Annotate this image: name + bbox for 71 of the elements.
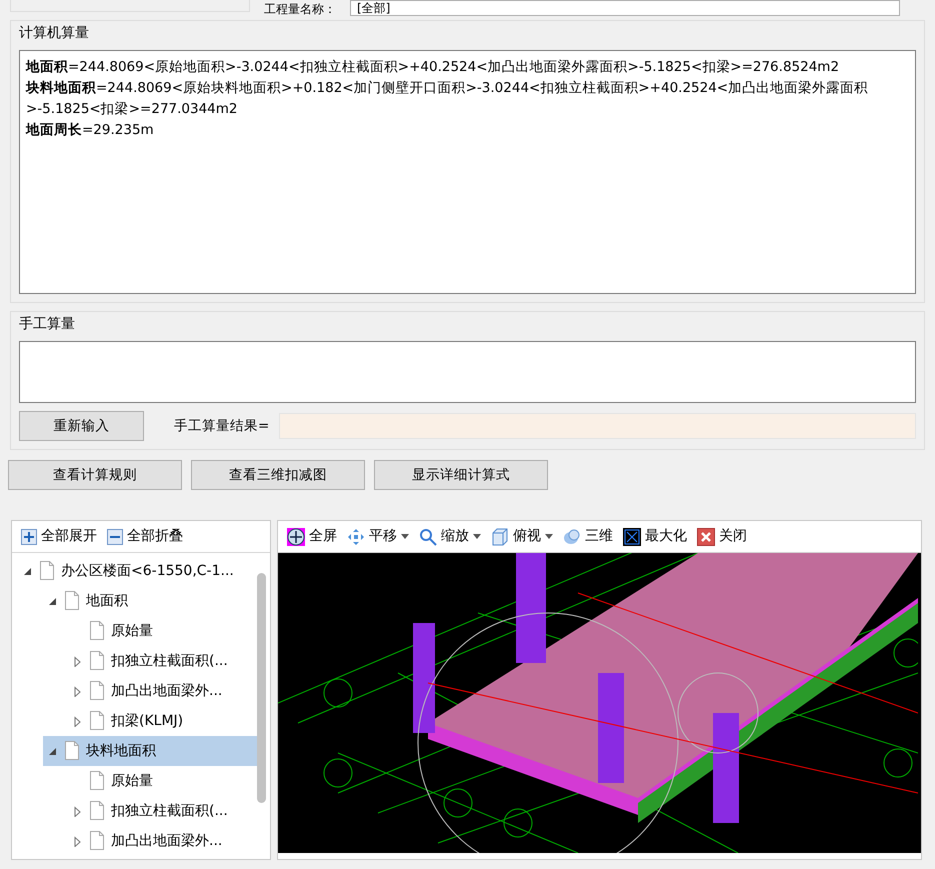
tree-label: 扣独立柱截面积(... xyxy=(111,802,228,820)
tree-item[interactable]: 原始量 xyxy=(68,616,257,646)
tree-label: 扣独立柱截面积(... xyxy=(111,652,228,670)
document-icon xyxy=(89,831,105,851)
tree-item[interactable]: 扣独立柱截面积(... xyxy=(68,646,257,676)
action-button[interactable]: 查看三维扣减图 xyxy=(191,460,365,490)
tree-label: 原始量 xyxy=(111,622,153,640)
tree-item[interactable]: 加凸出地面梁外... xyxy=(68,826,257,856)
formula-area[interactable]: 地面积=244.8069<原始地面积>-3.0244<扣独立柱截面积>+40.2524<加凸出地面梁外露面积>-5.1825<扣梁>=276.8524m2 块料地面积=244.8069<原始块料地面积>+0.182<加门侧壁开口面积>-3.0244<扣独立柱截面积>+40.2524<加凸出地面梁外露面积>-5.1825<扣梁>=277.0344m2 地面周长=29.235m xyxy=(19,50,916,294)
document-icon xyxy=(64,741,80,761)
collapse-arrow-icon[interactable] xyxy=(47,596,58,606)
tree-label: 地面积 xyxy=(86,592,128,610)
minus-icon xyxy=(107,528,123,544)
action-button[interactable]: 显示详细计算式 xyxy=(374,460,548,490)
expand-arrow-icon[interactable] xyxy=(72,836,83,846)
formula-line: 块料地面积=244.8069<原始块料地面积>+0.182<加门侧壁开口面积>-3.0244<扣独立柱截面积>+40.2524<加凸出地面梁外露面积>-5.1825<扣梁>=277.0344m2 xyxy=(26,79,870,119)
group-title: 计算机算量 xyxy=(19,24,90,43)
toolbar-button[interactable]: 俯视 xyxy=(488,524,556,549)
document-icon xyxy=(89,711,105,731)
toolbar-button[interactable]: 全屏 xyxy=(284,524,340,549)
cube-icon xyxy=(491,528,509,546)
toolbar-button[interactable]: 平移 xyxy=(344,524,412,549)
tree-item[interactable]: 扣梁(KLMJ) xyxy=(68,706,257,736)
expand-arrow-icon[interactable] xyxy=(72,716,83,726)
field-label: 工程量名称： xyxy=(264,2,336,16)
collapse-arrow-icon[interactable] xyxy=(47,746,58,756)
maximize-icon xyxy=(623,528,641,546)
toolbar-button[interactable]: 缩放 xyxy=(416,524,484,549)
tree-item[interactable]: 地面积 xyxy=(43,586,257,616)
toolbar-button[interactable]: 三维 xyxy=(560,524,616,549)
tree-item[interactable]: 原始量 xyxy=(68,766,257,796)
document-icon xyxy=(89,681,105,701)
tree-item[interactable]: 加凸出地面梁外... xyxy=(68,676,257,706)
search-icon xyxy=(419,528,437,546)
group-title: 手工算量 xyxy=(19,315,76,334)
formula-line: 地面积=244.8069<原始地面积>-3.0244<扣独立柱截面积>+40.2524<加凸出地面梁外露面积>-5.1825<扣梁>=276.8524m2 xyxy=(26,58,840,77)
plus-icon xyxy=(21,528,37,544)
collapse-arrow-icon[interactable] xyxy=(22,566,33,576)
collapse-all-button[interactable]: 全部折叠 xyxy=(104,524,186,549)
tree-label: 扣梁(KLMJ) xyxy=(111,712,184,730)
project-field[interactable]: [全部] xyxy=(350,0,900,16)
tree-item[interactable]: 块料地面积 xyxy=(43,736,257,766)
tree-label: 原始量 xyxy=(111,772,153,790)
scrollbar-thumb[interactable] xyxy=(257,573,266,803)
document-icon xyxy=(89,801,105,821)
target-icon xyxy=(287,528,305,546)
close-icon xyxy=(697,528,715,546)
move-arrows-icon xyxy=(347,528,365,546)
result-label: 手工算量结果= xyxy=(174,416,270,436)
expand-arrow-icon[interactable] xyxy=(72,686,83,696)
sphere-icon xyxy=(563,528,581,546)
formula-line: 地面周长=29.235m xyxy=(26,121,155,140)
tree-item[interactable]: 扣独立柱截面积(... xyxy=(68,796,257,826)
document-icon xyxy=(89,651,105,671)
tree-item[interactable]: 办公区楼面<6-1550,C-1... xyxy=(18,556,257,586)
expand-all-button[interactable]: 全部展开 xyxy=(18,524,100,549)
action-button[interactable]: 查看计算规则 xyxy=(8,460,182,490)
expand-arrow-icon[interactable] xyxy=(72,656,83,666)
tree-label: 办公区楼面<6-1550,C-1... xyxy=(61,562,234,580)
expand-arrow-icon[interactable] xyxy=(72,806,83,816)
toolbar-button[interactable]: 最大化 xyxy=(620,524,690,549)
reset-button[interactable]: 重新输入 xyxy=(19,411,144,441)
tree-label: 块料地面积 xyxy=(86,742,156,760)
document-icon xyxy=(89,771,105,791)
toolbar-button[interactable]: 关闭 xyxy=(694,524,750,549)
document-icon xyxy=(39,561,55,581)
document-icon xyxy=(89,621,105,641)
tree-label: 加凸出地面梁外... xyxy=(111,682,222,700)
manual-input-area[interactable] xyxy=(19,341,916,403)
tree-label: 加凸出地面梁外... xyxy=(111,832,222,850)
document-icon xyxy=(64,591,80,611)
